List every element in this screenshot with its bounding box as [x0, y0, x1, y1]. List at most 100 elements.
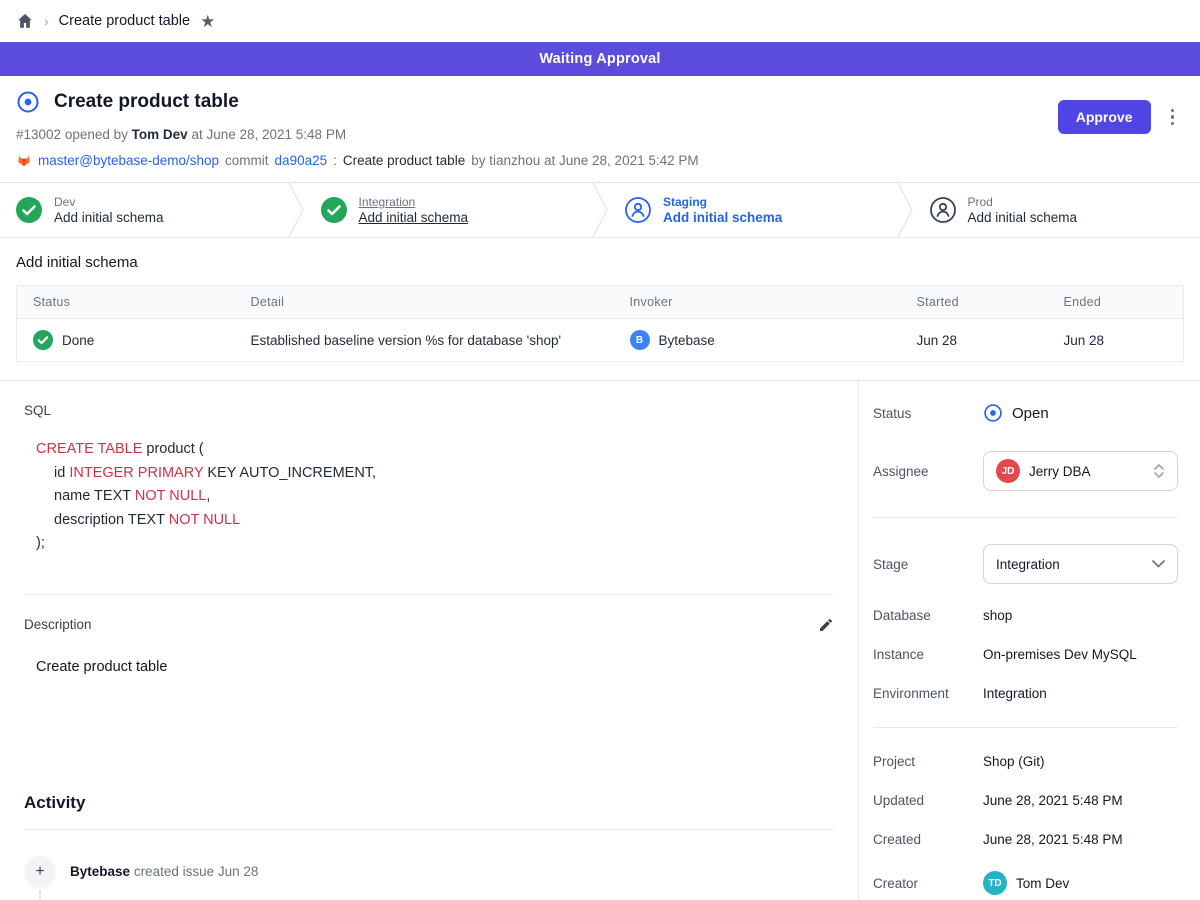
database-value: shop	[983, 608, 1012, 623]
issue-sidebar: Status Open Assignee JD Jerry DBA Stage	[858, 381, 1200, 900]
stage-separator	[896, 183, 914, 237]
column-header-started: Started	[901, 286, 1048, 319]
instance-value: On-premises Dev MySQL	[983, 647, 1137, 662]
commit-info: master@bytebase-demo/shop commit da90a25…	[16, 152, 1176, 168]
stage-task-label: Add initial schema	[54, 210, 164, 225]
description-content: Create product table	[36, 659, 834, 675]
stage-env-label: Integration	[359, 195, 469, 209]
status-banner: Waiting Approval	[0, 42, 1200, 76]
commit-author-date: by tianzhou at June 28, 2021 5:42 PM	[471, 153, 698, 168]
task-section-title: Add initial schema	[16, 254, 1184, 271]
breadcrumb-current-page: Create product table	[59, 13, 190, 29]
stage-separator	[591, 183, 609, 237]
stage-env-label: Dev	[54, 195, 164, 209]
gitlab-icon	[16, 152, 32, 168]
stage-done-icon	[16, 197, 42, 223]
commit-hash-link[interactable]: da90a25	[275, 153, 328, 168]
activity-author: Bytebase	[70, 864, 130, 879]
task-table: Status Detail Invoker Started Ended Done	[16, 285, 1184, 362]
issue-number: #13002	[16, 127, 61, 142]
stage-integration[interactable]: Integration Add initial schema	[305, 183, 592, 237]
stage-separator	[287, 183, 305, 237]
stage-env-label: Prod	[968, 195, 1078, 209]
creator-label: Creator	[873, 876, 983, 891]
table-row[interactable]: Done Established baseline version %s for…	[17, 319, 1184, 362]
task-detail: Established baseline version %s for data…	[235, 319, 614, 362]
stage-task-label: Add initial schema	[359, 210, 469, 225]
status-value: Open	[1012, 405, 1049, 422]
creator-value: Tom Dev	[1016, 876, 1069, 891]
assignee-label: Assignee	[873, 464, 983, 479]
assignee-select[interactable]: JD Jerry DBA	[983, 451, 1178, 491]
approve-button[interactable]: Approve	[1058, 100, 1151, 134]
activity-create-icon: +	[24, 856, 56, 888]
creator-avatar: TD	[983, 871, 1007, 895]
updated-label: Updated	[873, 793, 983, 808]
divider	[873, 727, 1178, 728]
select-chevrons-icon	[1153, 463, 1165, 479]
task-started: Jun 28	[901, 319, 1048, 362]
stage-done-icon	[321, 197, 347, 223]
timeline-connector	[39, 890, 41, 900]
issue-open-date: June 28, 2021 5:48 PM	[206, 127, 346, 142]
column-header-detail: Detail	[235, 286, 614, 319]
invoker-avatar: B	[630, 330, 650, 350]
environment-value: Integration	[983, 686, 1047, 701]
chevron-down-icon	[1152, 560, 1165, 568]
main-column: SQL CREATE TABLE product ( id INTEGER PR…	[0, 381, 858, 900]
status-open-icon	[983, 403, 1003, 423]
page-title: Create product table	[54, 91, 239, 113]
created-label: Created	[873, 832, 983, 847]
stage-task-label: Add initial schema	[663, 210, 782, 225]
stage-label: Stage	[873, 557, 983, 572]
environment-label: Environment	[873, 686, 983, 701]
stage-prod[interactable]: Prod Add initial schema	[914, 183, 1200, 237]
commit-branch-link[interactable]: master@bytebase-demo/shop	[38, 153, 219, 168]
stage-dev[interactable]: Dev Add initial schema	[0, 183, 287, 237]
activity-title: Activity	[24, 793, 834, 813]
pipeline-stages: Dev Add initial schema Integration Add i…	[0, 182, 1200, 238]
favorite-star-icon[interactable]: ★	[200, 13, 215, 30]
stage-task-label: Add initial schema	[968, 210, 1078, 225]
stage-select[interactable]: Integration	[983, 544, 1178, 584]
issue-meta: #13002 opened by Tom Dev at June 28, 202…	[16, 127, 1176, 142]
assignee-avatar: JD	[996, 459, 1020, 483]
breadcrumb-chevron-icon: ›	[44, 13, 49, 29]
task-done-icon	[33, 330, 53, 350]
divider	[873, 517, 1178, 518]
column-header-invoker: Invoker	[614, 286, 901, 319]
activity-item: + Bytebase created issue Jun 28	[24, 856, 834, 888]
task-status: Done	[62, 333, 94, 348]
column-header-status: Status	[17, 286, 235, 319]
description-label: Description	[24, 617, 92, 632]
activity-date: Jun 28	[218, 864, 259, 879]
task-invoker: Bytebase	[659, 333, 715, 348]
sql-code-block: CREATE TABLE product ( id INTEGER PRIMAR…	[36, 438, 834, 556]
created-value: June 28, 2021 5:48 PM	[983, 832, 1123, 847]
stage-pending-icon	[930, 197, 956, 223]
stage-value: Integration	[996, 557, 1143, 572]
project-label: Project	[873, 754, 983, 769]
updated-value: June 28, 2021 5:48 PM	[983, 793, 1123, 808]
task-ended: Jun 28	[1048, 319, 1184, 362]
divider	[24, 829, 834, 830]
stage-env-label: Staging	[663, 195, 782, 209]
home-icon[interactable]	[16, 12, 34, 30]
assignee-value: Jerry DBA	[1029, 464, 1144, 479]
stage-pending-approval-icon	[625, 197, 651, 223]
issue-open-icon	[16, 90, 40, 114]
task-section: Add initial schema Status Detail Invoker…	[0, 238, 1200, 380]
status-banner-text: Waiting Approval	[539, 51, 660, 67]
divider	[24, 594, 834, 595]
database-label: Database	[873, 608, 983, 623]
sql-label: SQL	[24, 403, 834, 418]
instance-label: Instance	[873, 647, 983, 662]
more-actions-icon[interactable]	[1167, 105, 1179, 130]
edit-description-icon[interactable]	[818, 617, 834, 633]
activity-action: created issue	[134, 864, 214, 879]
commit-message: Create product table	[343, 153, 465, 168]
breadcrumb: › Create product table ★	[0, 0, 1200, 42]
column-header-ended: Ended	[1048, 286, 1184, 319]
stage-staging[interactable]: Staging Add initial schema	[609, 183, 896, 237]
issue-header: Create product table #13002 opened by To…	[0, 76, 1200, 182]
